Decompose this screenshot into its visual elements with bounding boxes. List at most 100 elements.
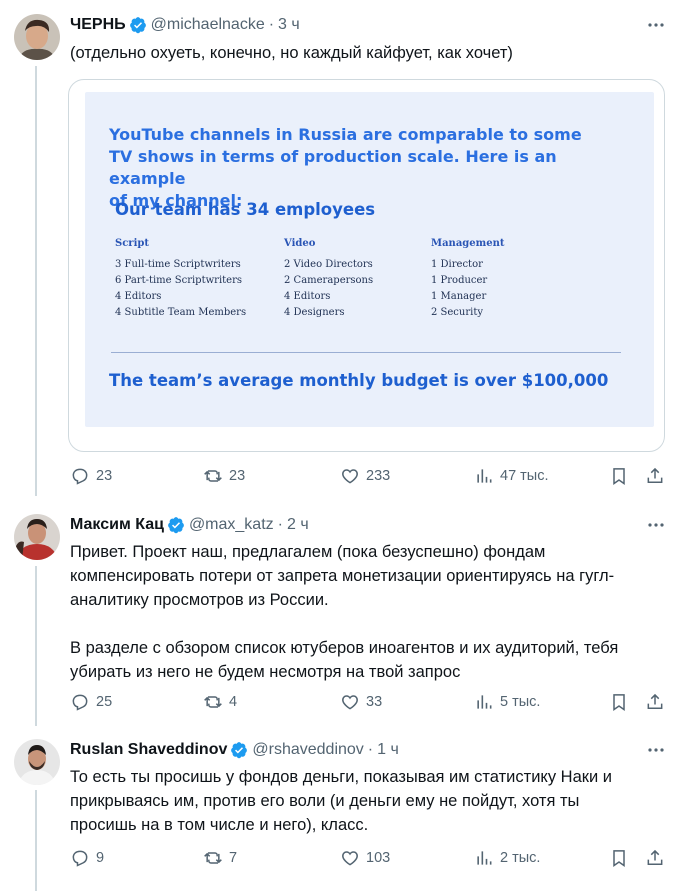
author-name[interactable]: Ruslan Shaveddinov — [70, 741, 227, 759]
reply-count: 25 — [96, 694, 113, 710]
column-item: 4 Designers — [284, 307, 345, 318]
tweet[interactable]: ЧЕРНЬ @michaelnacke · 3 ч (отдельно охуе… — [0, 0, 680, 500]
views-count: 5 тыс. — [500, 694, 541, 710]
views-icon — [477, 469, 492, 483]
bookmark-button[interactable] — [609, 466, 629, 486]
tweet[interactable]: Ruslan Shaveddinov @rshaveddinov · 1 ч Т… — [0, 725, 680, 891]
views-button[interactable]: 5 тыс. — [474, 692, 540, 712]
action-bar: 25 4 33 5 тыс. — [0, 692, 680, 714]
author-name[interactable]: ЧЕРНЬ — [70, 16, 126, 34]
column-item: 4 Subtitle Team Members — [115, 307, 247, 318]
more-icon[interactable] — [646, 516, 666, 534]
timestamp[interactable]: 1 ч — [377, 741, 399, 759]
share-icon — [647, 849, 663, 865]
like-count: 233 — [366, 468, 391, 484]
column-item: 3 Full-time Scriptwriters — [115, 259, 241, 270]
slide-intro: YouTube channels in Russia are comparabl… — [109, 125, 582, 210]
views-button[interactable]: 47 тыс. — [474, 466, 549, 486]
verified-badge-icon — [231, 742, 248, 759]
like-icon — [342, 851, 358, 866]
column-heading: Video — [284, 238, 316, 249]
column-item: 6 Part-time Scriptwriters — [115, 275, 242, 286]
share-icon — [647, 467, 663, 483]
tweet[interactable]: Максим Кац @max_katz · 2 ч Привет. Проек… — [0, 500, 680, 725]
views-count: 47 тыс. — [500, 468, 549, 484]
like-button[interactable]: 233 — [340, 466, 390, 486]
bookmark-button[interactable] — [609, 848, 629, 868]
retweet-icon — [204, 470, 222, 482]
verified-badge-icon — [168, 517, 184, 534]
action-bar: 23 23 233 47 тыс. — [0, 466, 680, 488]
retweet-button[interactable]: 23 — [203, 466, 245, 486]
slide-column-video: Video 2 Video Directors 2 Camerapersons … — [284, 238, 373, 321]
tweet-text: Привет. Проект наш, предлагалем (пока бе… — [70, 543, 619, 681]
retweet-count: 7 — [229, 850, 238, 866]
slide-divider — [111, 352, 621, 353]
timestamp[interactable]: 2 ч — [287, 516, 309, 534]
slide-column-management: Management 1 Director 1 Producer 1 Manag… — [431, 238, 505, 321]
retweet-icon — [204, 696, 222, 708]
verified-badge-icon — [129, 17, 146, 34]
column-item: 1 Director — [431, 259, 483, 270]
views-count: 2 тыс. — [500, 850, 541, 866]
slide-image: YouTube channels in Russia are comparabl… — [85, 92, 654, 427]
reply-icon — [72, 468, 88, 485]
slide-budget: The team’s average monthly budget is ove… — [109, 371, 609, 390]
retweet-button[interactable]: 4 — [203, 692, 237, 712]
separator-dot: · — [268, 16, 275, 33]
like-button[interactable]: 33 — [340, 692, 382, 712]
author-name[interactable]: Максим Кац — [70, 516, 164, 534]
share-button[interactable] — [645, 692, 665, 712]
avatar[interactable] — [14, 739, 60, 785]
bookmark-icon — [613, 468, 625, 485]
action-bar: 9 7 103 2 тыс. — [0, 848, 680, 870]
like-icon — [342, 469, 358, 484]
timestamp[interactable]: 3 ч — [278, 16, 300, 34]
column-item: 2 Camerapersons — [284, 275, 374, 286]
like-button[interactable]: 103 — [340, 848, 390, 868]
bookmark-icon — [613, 694, 625, 711]
retweet-count: 23 — [229, 468, 246, 484]
more-icon[interactable] — [646, 741, 666, 759]
avatar[interactable] — [14, 14, 60, 60]
bookmark-icon — [613, 850, 625, 867]
column-item: 4 Editors — [284, 291, 331, 302]
retweet-icon — [204, 852, 222, 864]
like-count: 103 — [366, 850, 391, 866]
media-card[interactable]: YouTube channels in Russia are comparabl… — [68, 79, 665, 452]
reply-button[interactable]: 23 — [70, 466, 112, 486]
reply-button[interactable]: 25 — [70, 692, 112, 712]
like-count: 33 — [366, 694, 383, 710]
reply-count: 23 — [96, 468, 113, 484]
retweet-count: 4 — [229, 694, 238, 710]
slide-team-heading: Our team has 34 employees — [115, 200, 376, 219]
views-button[interactable]: 2 тыс. — [474, 848, 540, 868]
reply-icon — [72, 850, 88, 867]
reply-count: 9 — [96, 850, 105, 866]
tweet-text: То есть ты просишь у фондов деньги, пока… — [70, 768, 612, 834]
separator-dot: · — [367, 741, 374, 758]
avatar[interactable] — [14, 514, 60, 560]
retweet-button[interactable]: 7 — [203, 848, 237, 868]
views-icon — [477, 695, 492, 709]
column-item: 1 Manager — [431, 291, 487, 302]
more-icon[interactable] — [646, 16, 666, 34]
share-button[interactable] — [645, 848, 665, 868]
column-item: 2 Video Directors — [284, 259, 373, 270]
column-heading: Script — [115, 238, 149, 249]
reply-button[interactable]: 9 — [70, 848, 104, 868]
author-handle[interactable]: @max_katz — [189, 516, 274, 534]
author-handle[interactable]: @rshaveddinov — [252, 741, 363, 759]
share-button[interactable] — [645, 466, 665, 486]
share-icon — [647, 693, 663, 709]
reply-icon — [72, 694, 88, 711]
column-item: 1 Producer — [431, 275, 488, 286]
like-icon — [342, 695, 358, 710]
column-heading: Management — [431, 238, 505, 249]
separator-dot: · — [277, 516, 283, 533]
column-item: 4 Editors — [115, 291, 162, 302]
bookmark-button[interactable] — [609, 692, 629, 712]
slide-column-script: Script 3 Full-time Scriptwriters 6 Part-… — [115, 238, 246, 321]
author-handle[interactable]: @michaelnacke — [151, 16, 265, 34]
views-icon — [477, 851, 492, 865]
